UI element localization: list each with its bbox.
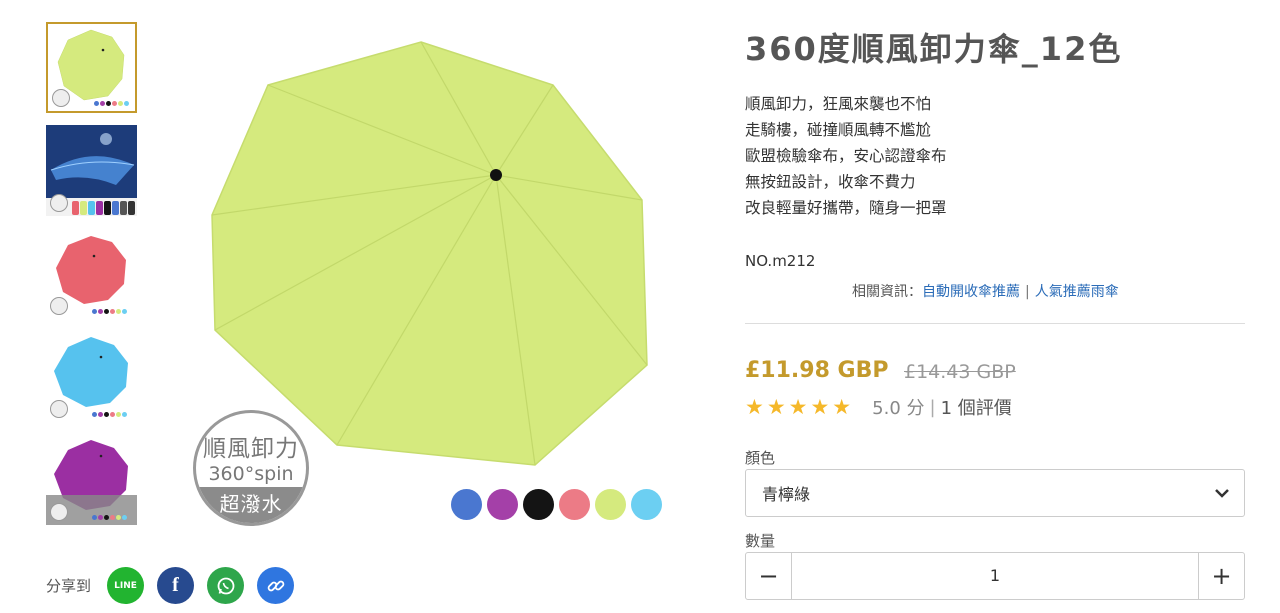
- original-price: £14.43 GBP: [904, 361, 1016, 383]
- badge-icon: [50, 297, 68, 315]
- thumb-purple-umbrella[interactable]: [46, 434, 137, 525]
- minus-button[interactable]: −: [746, 553, 792, 599]
- facebook-icon[interactable]: f: [157, 567, 195, 604]
- quantity-input[interactable]: 1: [792, 553, 1198, 599]
- color-select-value: 青檸綠: [762, 485, 811, 504]
- color-dots: [92, 309, 127, 314]
- plus-button[interactable]: +: [1198, 553, 1244, 599]
- chevron-down-icon: [1215, 489, 1229, 498]
- product-sku: NO.m212: [745, 252, 816, 270]
- feature-badge: 順風卸力 360°spin 超潑水: [193, 410, 309, 526]
- badge-icon: [50, 400, 68, 418]
- color-swatches: [451, 489, 662, 520]
- related-info: 相關資訊：自動開收傘推薦 | 人氣推薦雨傘: [852, 281, 1119, 301]
- review-count-link[interactable]: 1 個評價: [941, 394, 1012, 420]
- swatch-black: [523, 489, 554, 520]
- related-link-auto-umbrella[interactable]: 自動開收傘推薦: [922, 284, 1020, 300]
- divider: [745, 323, 1245, 324]
- sale-price: £11.98 GBP: [745, 358, 889, 383]
- related-separator: |: [1025, 284, 1030, 300]
- swatch-purple: [487, 489, 518, 520]
- related-label: 相關資訊：: [852, 284, 922, 300]
- feature-badge-line3: 超潑水: [196, 487, 306, 523]
- whatsapp-icon[interactable]: [207, 567, 245, 604]
- color-dots: [94, 101, 129, 106]
- line-icon[interactable]: LINE: [107, 567, 145, 604]
- line-icon-text: LINE: [114, 580, 137, 591]
- link-icon[interactable]: [257, 567, 295, 604]
- color-dots: [92, 412, 127, 417]
- badge-icon: [52, 89, 70, 107]
- related-link-popular-umbrella[interactable]: 人氣推薦雨傘: [1035, 284, 1119, 300]
- swatch-blue: [451, 489, 482, 520]
- share-label: 分享到: [46, 577, 92, 595]
- thumb-blue-umbrella[interactable]: [46, 331, 137, 422]
- feature-badge-line1: 順風卸力: [203, 436, 299, 462]
- description-line: 改良輕量好攜帶，隨身一把罩: [745, 199, 947, 217]
- swatch-pink: [559, 489, 590, 520]
- share-bar: 分享到 LINE f: [46, 567, 307, 604]
- product-title: 360度順風卸力傘_12色: [745, 30, 1123, 68]
- badge-icon: [50, 503, 68, 521]
- swatch-lime: [595, 489, 626, 520]
- product-page: 順風卸力 360°spin 超潑水 分享到 LINE f 360度順風卸力傘_1…: [0, 0, 1280, 613]
- thumb-lime-umbrella[interactable]: [46, 22, 137, 113]
- rating: ★★★★★ 5.0 分 | 1 個評價: [745, 394, 1012, 420]
- description-line: 走騎樓，碰撞順風轉不尷尬: [745, 121, 932, 139]
- facebook-icon-glyph: f: [172, 574, 179, 596]
- thumbnail-list: [46, 22, 138, 537]
- color-dots: [92, 515, 127, 520]
- star-rating-icon: ★★★★★: [745, 395, 855, 419]
- color-select[interactable]: 青檸綠: [745, 469, 1245, 517]
- swatch-sky-blue: [631, 489, 662, 520]
- quantity-label: 數量: [745, 532, 776, 550]
- feature-badge-line2: 360°spin: [208, 463, 294, 485]
- rating-score: 5.0 分: [872, 398, 925, 419]
- color-label: 顏色: [745, 449, 776, 467]
- description-line: 歐盟檢驗傘布，安心認證傘布: [745, 147, 947, 165]
- thumb-red-umbrella[interactable]: [46, 228, 137, 319]
- badge-icon: [50, 194, 68, 212]
- description-line: 順風卸力，狂風來襲也不怕: [745, 95, 932, 113]
- description-line: 無按鈕設計，收傘不費力: [745, 173, 916, 191]
- rating-divider: |: [929, 396, 936, 418]
- thumb-umbrella-banner[interactable]: [46, 125, 137, 216]
- product-description: 順風卸力，狂風來襲也不怕 走騎樓，碰撞順風轉不尷尬 歐盟檢驗傘布，安心認證傘布 …: [745, 91, 947, 221]
- quantity-stepper: − 1 +: [745, 552, 1245, 600]
